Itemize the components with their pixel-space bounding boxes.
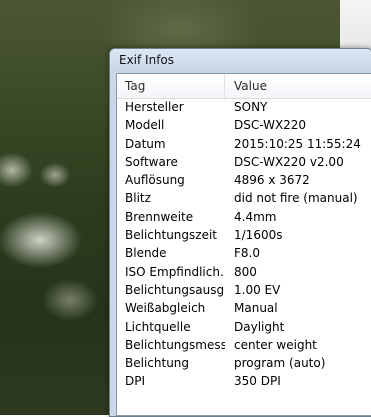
table-row[interactable]: Blende F8.0 [117, 245, 371, 263]
exif-table[interactable]: Tag Value Hersteller SONY Modell DSC-WX220… [116, 73, 371, 416]
row-tag: Brennweite [125, 209, 194, 224]
exif-info-window[interactable]: Exif Infos Tag Value Hersteller SONY Mode… [109, 48, 371, 417]
window-title: Exif Infos [119, 53, 175, 67]
table-row[interactable]: Belichtungsmess... center weight [117, 337, 371, 355]
row-tag: ISO Empfindlich... [125, 264, 225, 279]
row-tag: Belichtungsmess... [125, 337, 225, 352]
row-value: DSC-WX220 v2.00 [234, 154, 344, 169]
column-header-tag[interactable]: Tag [125, 79, 145, 93]
table-row[interactable]: Auflösung 4896 x 3672 [117, 172, 371, 190]
row-value: 800 [234, 264, 257, 279]
row-value: 4896 x 3672 [234, 173, 310, 188]
table-row[interactable]: Datum 2015:10:25 11:55:24 [117, 136, 371, 154]
row-value: 1.00 EV [234, 282, 281, 297]
row-tag: Blitz [125, 191, 151, 206]
row-tag: DPI [125, 374, 146, 389]
row-value: did not fire (manual) [234, 191, 358, 206]
table-row[interactable]: DPI 350 DPI [117, 373, 371, 391]
table-row[interactable]: Lichtquelle Daylight [117, 319, 371, 337]
table-row[interactable]: Belichtung program (auto) [117, 355, 371, 373]
table-header: Tag Value [117, 74, 371, 99]
row-tag: Software [125, 154, 178, 169]
table-body: Hersteller SONY Modell DSC-WX220 Datum 2015… [117, 99, 371, 392]
table-row[interactable]: Weißabgleich Manual [117, 300, 371, 318]
row-value: SONY [234, 100, 268, 114]
row-value: 4.4mm [234, 209, 277, 224]
row-value: Manual [234, 301, 278, 316]
row-value: center weight [234, 337, 317, 352]
row-value: program (auto) [234, 356, 326, 371]
row-value: 1/1600s [234, 228, 283, 243]
table-row[interactable]: Brennweite 4.4mm [117, 209, 371, 227]
table-row[interactable]: ISO Empfindlich... 800 [117, 264, 371, 282]
table-row[interactable]: Hersteller SONY [117, 99, 371, 117]
row-value: 350 DPI [234, 374, 281, 389]
row-tag: Belichtungszeit [125, 228, 217, 243]
table-row[interactable]: Blitz did not fire (manual) [117, 190, 371, 208]
row-tag: Belichtung [125, 356, 190, 371]
row-value: Daylight [234, 319, 285, 334]
column-header-value[interactable]: Value [234, 79, 267, 93]
column-divider[interactable] [224, 74, 225, 98]
row-value: DSC-WX220 [234, 118, 307, 133]
row-tag: Belichtungsausgl... [125, 282, 225, 297]
table-row[interactable]: Modell DSC-WX220 [117, 117, 371, 135]
row-tag: Blende [125, 246, 167, 261]
row-tag: Weißabgleich [125, 301, 206, 316]
table-row[interactable]: Software DSC-WX220 v2.00 [117, 154, 371, 172]
window-titlebar[interactable]: Exif Infos [110, 49, 371, 71]
row-value: 2015:10:25 11:55:24 [234, 136, 361, 151]
table-row[interactable]: Belichtungsausgl... 1.00 EV [117, 282, 371, 300]
table-row[interactable]: Belichtungszeit 1/1600s [117, 227, 371, 245]
row-tag: Lichtquelle [125, 319, 191, 334]
row-tag: Modell [125, 118, 165, 133]
row-tag: Hersteller [125, 100, 184, 114]
row-tag: Auflösung [125, 173, 185, 188]
background-photo-corner [340, 0, 371, 52]
row-value: F8.0 [234, 246, 260, 261]
row-tag: Datum [125, 136, 166, 151]
